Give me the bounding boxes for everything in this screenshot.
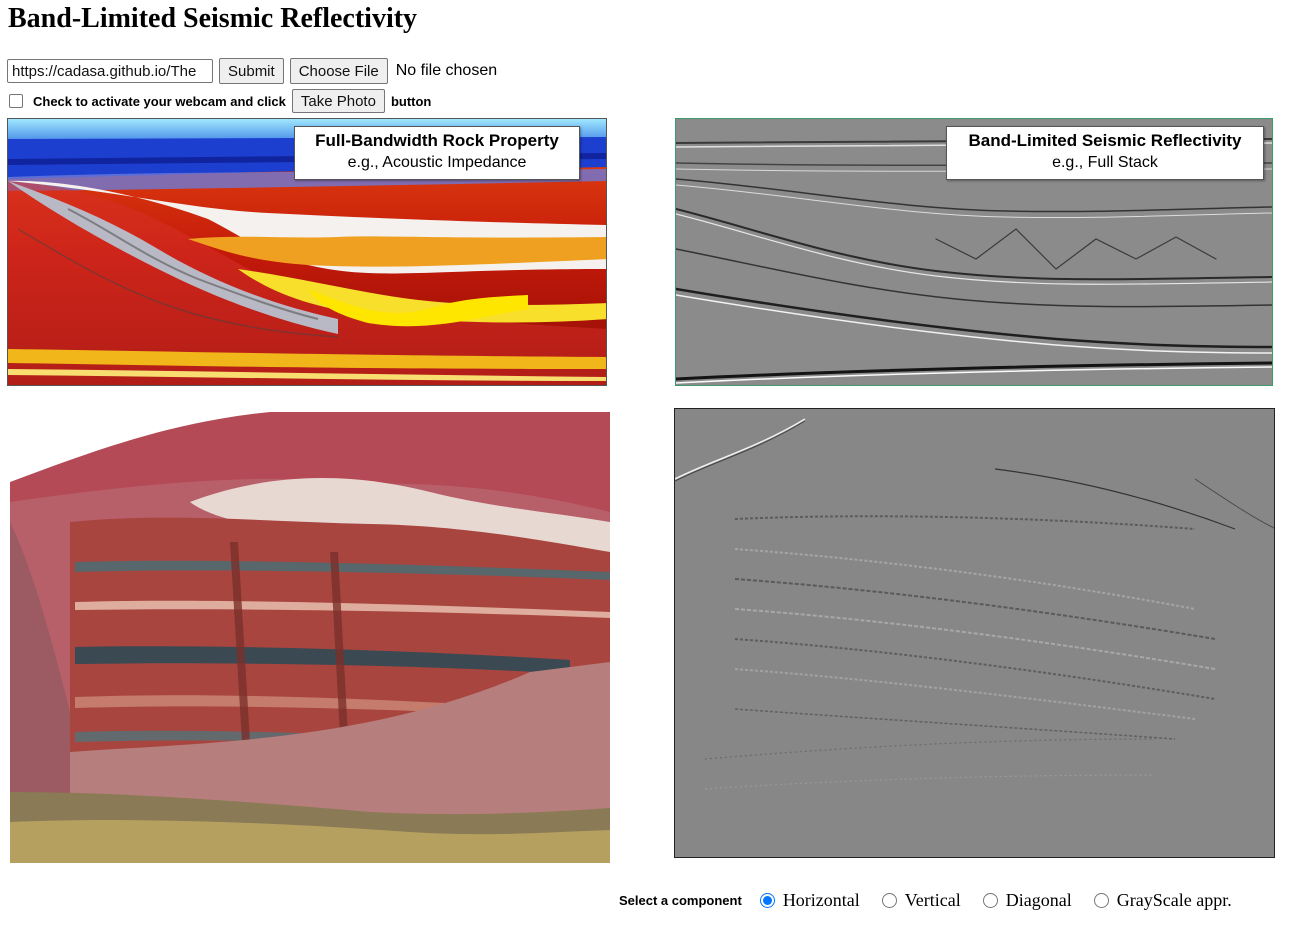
seismic-subtitle: e.g., Full Stack xyxy=(1052,154,1158,171)
component-selector: Select a component Horizontal Vertical D… xyxy=(619,890,1232,911)
file-status: No file chosen xyxy=(395,62,498,79)
page-title: Band-Limited Seismic Reflectivity xyxy=(8,3,418,34)
rock-formation-photo xyxy=(10,412,610,863)
submit-button[interactable]: Submit xyxy=(219,58,284,84)
diagonal-radio[interactable] xyxy=(982,893,998,908)
take-photo-button[interactable]: Take Photo xyxy=(291,89,385,113)
rock-property-title: Full-Bandwidth Rock Property xyxy=(315,131,559,150)
seismic-legend: Band-Limited Seismic Reflectivity e.g., … xyxy=(946,126,1264,180)
webcam-row: Check to activate your webcam and click … xyxy=(9,89,431,113)
choose-file-button[interactable]: Choose File xyxy=(289,58,388,84)
rock-property-image: Full-Bandwidth Rock Property e.g., Acous… xyxy=(7,118,607,386)
option-horizontal[interactable]: Horizontal xyxy=(759,890,860,911)
seismic-title: Band-Limited Seismic Reflectivity xyxy=(968,131,1242,150)
reflectivity-result-graphic xyxy=(675,409,1274,857)
webcam-checkbox[interactable] xyxy=(9,94,23,108)
webcam-text-after: button xyxy=(390,93,432,109)
rock-property-subtitle: e.g., Acoustic Impedance xyxy=(347,154,527,171)
vertical-radio[interactable] xyxy=(881,893,897,908)
option-vertical[interactable]: Vertical xyxy=(881,890,961,911)
horizontal-radio[interactable] xyxy=(759,893,775,908)
component-selector-label: Select a component xyxy=(619,893,742,908)
option-vertical-label: Vertical xyxy=(904,890,961,910)
image-url-input[interactable] xyxy=(7,59,213,83)
seismic-reflectivity-image: Band-Limited Seismic Reflectivity e.g., … xyxy=(675,118,1273,386)
option-diagonal[interactable]: Diagonal xyxy=(982,890,1072,911)
option-grayscale[interactable]: GrayScale appr. xyxy=(1093,890,1232,911)
webcam-text-before: Check to activate your webcam and click xyxy=(33,93,286,109)
rock-property-legend: Full-Bandwidth Rock Property e.g., Acous… xyxy=(294,126,580,180)
reflectivity-result-image xyxy=(674,408,1275,858)
option-grayscale-label: GrayScale appr. xyxy=(1116,890,1232,910)
input-row: Submit Choose File No file chosen xyxy=(7,58,497,84)
rock-photo-graphic xyxy=(10,412,610,863)
option-diagonal-label: Diagonal xyxy=(1005,890,1072,910)
grayscale-radio[interactable] xyxy=(1093,893,1109,908)
option-horizontal-label: Horizontal xyxy=(782,890,860,910)
